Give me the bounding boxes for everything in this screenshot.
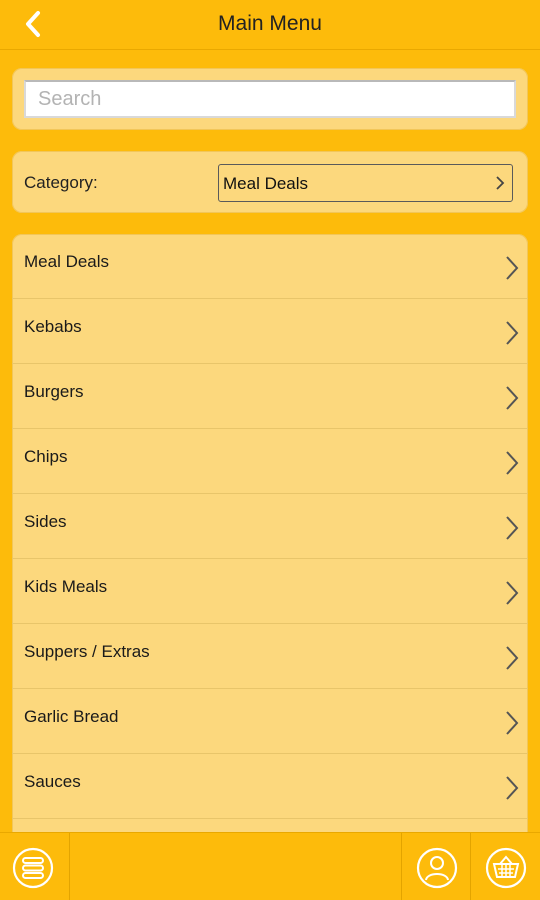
toolbar-divider: [470, 833, 471, 900]
list-item-garlic-bread[interactable]: Garlic Bread: [12, 689, 528, 754]
list-item-sides[interactable]: Sides: [12, 494, 528, 559]
basket-icon: [485, 847, 527, 889]
list-item-meal-deals[interactable]: Meal Deals: [12, 234, 528, 299]
category-label: Category:: [24, 173, 98, 192]
list-item-burgers[interactable]: Burgers: [12, 364, 528, 429]
chevron-right-icon: [506, 516, 519, 540]
list-item-label: Suppers / Extras: [24, 642, 150, 661]
chevron-right-icon: [496, 176, 505, 190]
menu-list: Meal Deals Kebabs Burgers Chips Sides Ki…: [12, 234, 528, 874]
chevron-right-icon: [506, 386, 519, 410]
basket-button[interactable]: [485, 847, 527, 889]
page-title: Main Menu: [218, 12, 322, 35]
list-item-label: Meal Deals: [24, 252, 110, 271]
list-item-label: Kids Meals: [24, 577, 108, 596]
category-selected-value: Meal Deals: [223, 174, 309, 193]
user-icon: [416, 847, 458, 889]
menu-button[interactable]: [12, 847, 54, 889]
list-item-kids-meals[interactable]: Kids Meals: [12, 559, 528, 624]
bottom-toolbar: [0, 832, 540, 900]
search-panel: [12, 68, 528, 130]
chevron-right-icon: [506, 646, 519, 670]
list-item-label: Garlic Bread: [24, 707, 119, 726]
chevron-right-icon: [506, 776, 519, 800]
account-button[interactable]: [416, 847, 458, 889]
header-bar: Main Menu: [0, 0, 540, 50]
category-panel: Category: Meal Deals: [12, 151, 528, 213]
chevron-right-icon: [506, 256, 519, 280]
menu-stack-icon: [12, 847, 54, 889]
list-item-label: Sides: [24, 512, 67, 531]
list-item-sauces[interactable]: Sauces: [12, 754, 528, 819]
toolbar-divider: [401, 833, 402, 900]
chevron-right-icon: [506, 451, 519, 475]
chevron-right-icon: [506, 581, 519, 605]
list-item-label: Chips: [24, 447, 68, 466]
list-item-label: Sauces: [24, 772, 81, 791]
list-item-label: Burgers: [24, 382, 84, 401]
list-item-kebabs[interactable]: Kebabs: [12, 299, 528, 364]
category-select[interactable]: Meal Deals: [218, 164, 513, 202]
chevron-right-icon: [506, 711, 519, 735]
search-input[interactable]: [24, 80, 516, 118]
list-item-suppers-extras[interactable]: Suppers / Extras: [12, 624, 528, 689]
list-item-label: Kebabs: [24, 317, 82, 336]
list-item-chips[interactable]: Chips: [12, 429, 528, 494]
chevron-right-icon: [506, 321, 519, 345]
toolbar-divider: [69, 833, 70, 900]
